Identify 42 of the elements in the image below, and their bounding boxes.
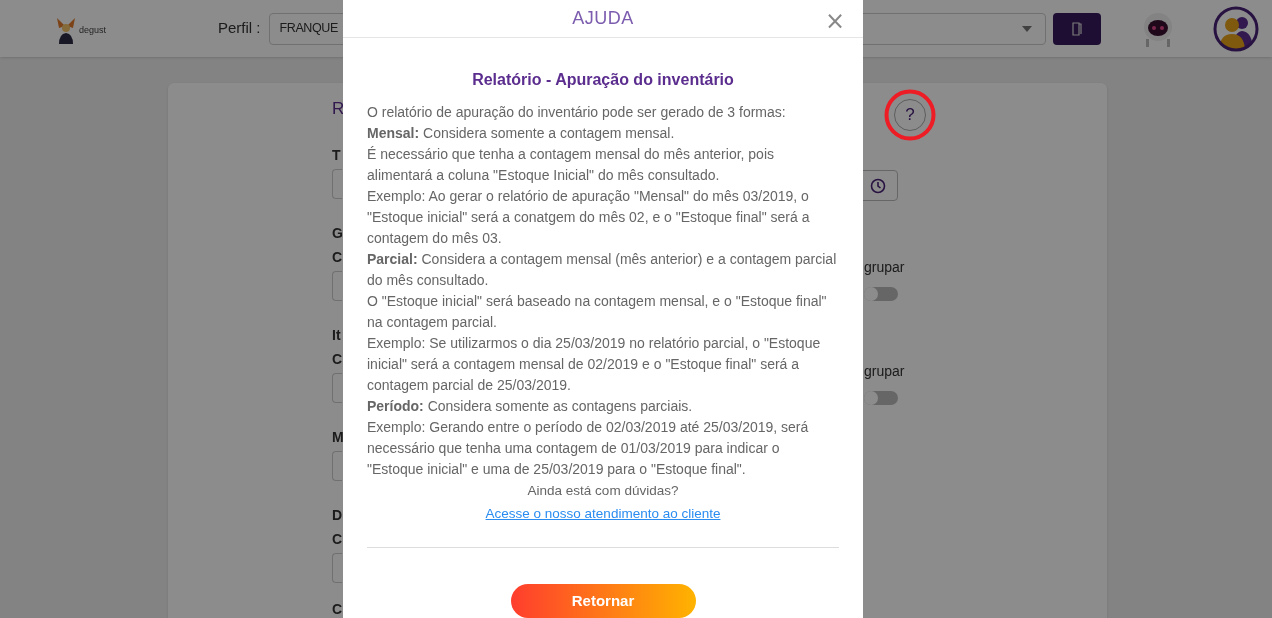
toggle-switch[interactable] xyxy=(864,287,898,301)
copy-button[interactable] xyxy=(1052,12,1101,45)
field-label: D xyxy=(332,506,343,525)
input-field[interactable] xyxy=(332,373,342,403)
close-button[interactable]: × xyxy=(824,9,845,33)
page-title: R xyxy=(332,98,345,120)
support-link[interactable]: Acesse o nosso atendimento ao cliente xyxy=(485,506,721,521)
help-paragraph: O "Estoque inicial" será baseado na contagem mensal, e o "Estoque final" na contagem parcial. xyxy=(367,292,828,332)
logo-text: degust xyxy=(79,23,107,37)
toggle-label: grupar xyxy=(864,362,905,381)
field-label: C xyxy=(332,530,343,549)
clock-icon xyxy=(870,177,886,194)
help-paragraph: Exemplo: Se utilizarmos o dia 25/03/2019 no relatório parcial, o "Estoque inicial" será a contagem mensal de 02/2019 e o "Estoque final" será a contagem parcial de 25/03/2019. xyxy=(367,334,822,395)
help-paragraph: Exemplo: Ao gerar o relatório de apuração "Mensal" do mês 03/2019, o "Estoque inicial" será a conatgem do mês 02, e o "Estoque final" será a contagem do mês 03. xyxy=(367,187,811,248)
input-field[interactable] xyxy=(332,553,342,583)
toggle-label: grupar xyxy=(864,258,905,277)
dialog-title: AJUDA xyxy=(572,7,634,30)
help-paragraph: Mensal: Considera somente a contagem mensal. xyxy=(367,124,676,143)
input-field[interactable] xyxy=(332,451,342,481)
input-field[interactable] xyxy=(332,271,342,301)
field-label: C xyxy=(332,350,343,369)
field-label: T xyxy=(332,146,341,165)
document-icon xyxy=(1071,21,1082,36)
help-paragraph: Parcial: Considera a contagem mensal (mês anterior) e a contagem parcial do mês consultado. xyxy=(367,250,838,290)
avatar-icon[interactable] xyxy=(1212,5,1259,52)
input-field[interactable] xyxy=(332,169,342,199)
help-paragraph: Exemplo: Gerando entre o período de 02/03/2019 até 25/03/2019, será necessário que tenha uma contagem de 01/03/2019 para indicar o "Estoque inicial" e uma de 25/03/2019 para o "Estoque final". xyxy=(367,418,810,479)
field-label: C xyxy=(332,601,343,617)
field-label: C xyxy=(332,248,343,267)
field-label: G xyxy=(332,224,343,243)
help-heading: Relatório - Apuração do inventário xyxy=(471,70,735,90)
return-button[interactable]: Retornar xyxy=(510,584,696,618)
help-paragraph: É necessário que tenha a contagem mensal do mês anterior, pois alimentará a coluna "Estoque Inicial" do mês consultado. xyxy=(367,145,776,185)
profile-label: Perfil : xyxy=(218,18,261,39)
help-paragraph: O relatório de apuração do inventário pode ser gerado de 3 formas: xyxy=(367,103,787,122)
caret-icon xyxy=(1021,25,1032,32)
help-paragraph: Período: Considera somente as contagens parciais. xyxy=(367,397,694,416)
toggle-switch[interactable] xyxy=(864,391,898,405)
field-label: It xyxy=(332,326,341,345)
highlight-circle xyxy=(884,89,936,141)
field-label: M xyxy=(332,428,344,447)
help-question: Ainda está com dúvidas? xyxy=(526,482,680,500)
